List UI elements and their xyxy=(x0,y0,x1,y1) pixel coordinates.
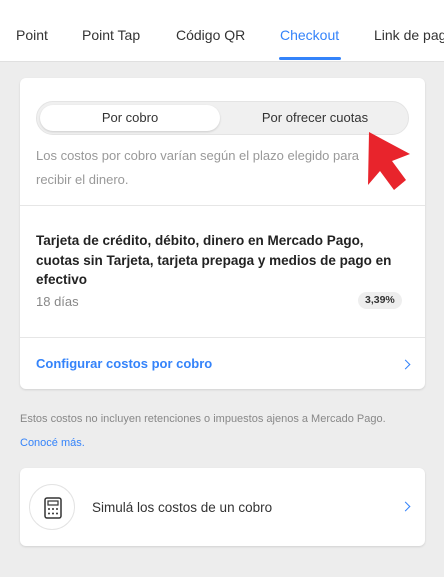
tab-link-de-pago[interactable]: Link de pago xyxy=(374,27,444,43)
calculator-icon-container xyxy=(29,484,75,530)
costs-card: Por cobro Por ofrecer cuotas Los costos … xyxy=(20,78,425,389)
costs-note-text: Estos costos no incluyen retenciones o i… xyxy=(20,413,386,425)
simulate-costs-label: Simulá los costos de un cobro xyxy=(92,500,273,515)
segment-por-ofrecer-cuotas[interactable]: Por ofrecer cuotas xyxy=(225,105,405,131)
cost-type-segmented-control: Por cobro Por ofrecer cuotas xyxy=(36,101,409,135)
cost-description: Los costos por cobro varían según el pla… xyxy=(36,148,360,187)
divider xyxy=(20,205,425,206)
active-tab-indicator xyxy=(279,57,341,60)
arrow-pointer-icon xyxy=(368,132,410,190)
tab-checkout[interactable]: Checkout xyxy=(280,27,339,43)
tab-point-tap[interactable]: Point Tap xyxy=(82,27,140,43)
segment-por-cobro[interactable]: Por cobro xyxy=(40,105,220,131)
settlement-days: 18 días xyxy=(36,294,79,309)
chevron-right-icon[interactable] xyxy=(400,359,411,370)
simulate-costs-card[interactable]: Simulá los costos de un cobro xyxy=(20,468,425,546)
configure-costs-link[interactable]: Configurar costos por cobro xyxy=(36,356,212,371)
tab-bar: Point Point Tap Código QR Checkout Link … xyxy=(0,0,444,62)
rate-badge: 3,39% xyxy=(358,292,402,309)
divider xyxy=(20,337,425,338)
learn-more-link[interactable]: Conocé más. xyxy=(20,437,85,449)
tab-point[interactable]: Point xyxy=(16,27,48,43)
tab-codigo-qr[interactable]: Código QR xyxy=(176,27,245,43)
chevron-right-icon[interactable] xyxy=(400,501,411,512)
payment-methods-text: Tarjeta de crédito, débito, dinero en Me… xyxy=(36,233,392,287)
costs-note: Estos costos no incluyen retenciones o i… xyxy=(20,407,415,455)
calculator-icon xyxy=(44,497,62,519)
